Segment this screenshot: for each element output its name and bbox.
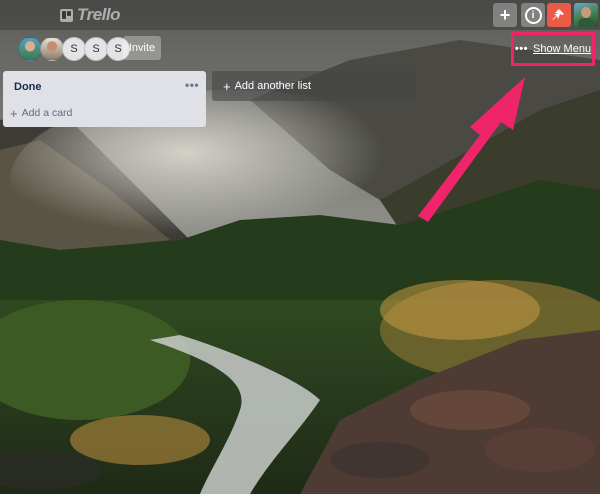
board-members: S S S <box>18 37 130 61</box>
show-menu-button[interactable]: Show Menu <box>533 43 591 55</box>
add-card-button[interactable]: + Add a card <box>10 105 73 121</box>
list-done: Done ••• + Add a card <box>3 71 206 127</box>
trello-logo-icon <box>60 8 73 22</box>
user-avatar[interactable] <box>574 3 598 27</box>
add-list-label: Add another list <box>234 80 312 92</box>
more-icon: ••• <box>514 43 528 55</box>
plus-icon: + <box>223 78 231 94</box>
notification-icon <box>552 9 564 20</box>
member-avatar[interactable]: S <box>62 37 86 61</box>
show-menu-highlight: ••• Show Menu <box>511 32 595 66</box>
plus-icon: + <box>10 105 18 121</box>
information-button[interactable]: i <box>521 3 545 27</box>
member-avatar[interactable] <box>18 37 42 61</box>
add-card-label: Add a card <box>21 107 73 119</box>
board-header: S S S Invite <box>0 30 600 66</box>
create-button[interactable]: + <box>493 3 517 27</box>
list-title[interactable]: Done <box>14 81 42 93</box>
list-actions-icon[interactable]: ••• <box>185 78 199 92</box>
trello-logo-text: Trello <box>77 5 120 24</box>
invite-button[interactable]: Invite <box>123 36 161 60</box>
trello-logo[interactable]: Trello <box>60 5 120 25</box>
plus-icon: + <box>499 4 511 25</box>
notifications-button[interactable] <box>547 3 571 27</box>
member-avatar[interactable]: S <box>84 37 108 61</box>
app-header: Trello + i <box>0 0 600 30</box>
member-avatar[interactable] <box>40 37 64 61</box>
info-icon: i <box>524 6 542 24</box>
add-list-button[interactable]: + Add another list <box>212 71 416 101</box>
